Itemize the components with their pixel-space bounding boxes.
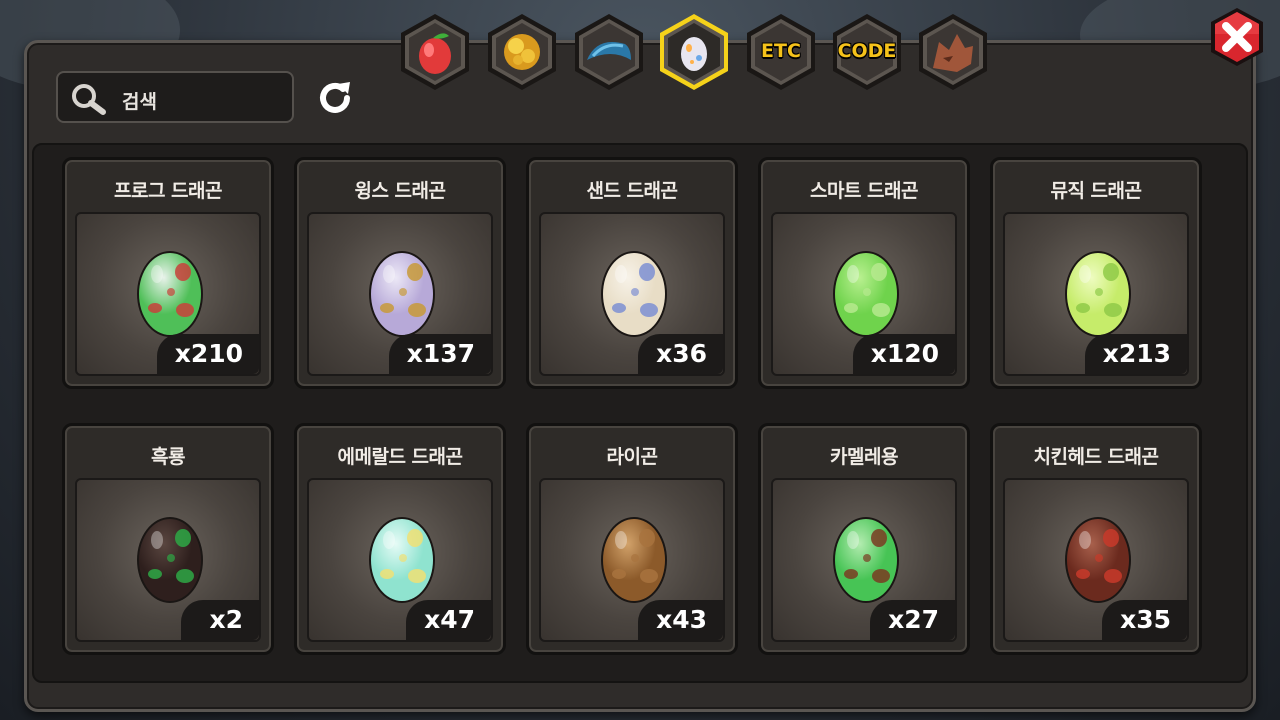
item-slot: x137 — [307, 212, 493, 376]
item-count: x2 — [181, 600, 259, 640]
dragon-egg-icon — [601, 517, 667, 603]
item-card[interactable]: 라이곤 x43 — [526, 423, 738, 655]
tab-label: ETC — [761, 40, 801, 62]
item-slot: x210 — [75, 212, 261, 376]
item-slot: x120 — [771, 212, 957, 376]
dragon-egg-icon — [833, 517, 899, 603]
dragon-egg-icon — [369, 517, 435, 603]
tab-etc[interactable]: ETC — [741, 12, 821, 92]
dragon-egg-icon — [137, 251, 203, 337]
item-count: x213 — [1084, 334, 1187, 374]
item-card[interactable]: 카멜레용 x27 — [758, 423, 970, 655]
tab-egg[interactable] — [654, 12, 734, 92]
item-card[interactable]: 스마트 드래곤 x120 — [758, 157, 970, 389]
item-card[interactable]: 치킨헤드 드래곤 x35 — [990, 423, 1202, 655]
gold-icon — [504, 34, 540, 70]
tab-gold[interactable] — [482, 12, 562, 92]
item-name: 샌드 드래곤 — [586, 180, 678, 202]
item-name: 카멜레용 — [830, 446, 898, 468]
item-count: x47 — [406, 600, 491, 640]
item-name: 뮤직 드래곤 — [1050, 180, 1142, 202]
item-slot: x47 — [307, 478, 493, 642]
tab-code[interactable]: CODE — [827, 12, 907, 92]
item-name: 치킨헤드 드래곤 — [1033, 446, 1159, 468]
dragon-egg-icon — [369, 251, 435, 337]
item-count: x27 — [870, 600, 955, 640]
item-count: x210 — [156, 334, 259, 374]
tab-dragon[interactable] — [913, 12, 993, 92]
search-box[interactable]: 검색 — [56, 71, 294, 123]
dragon-egg-icon — [1065, 251, 1131, 337]
item-name: 에메랄드 드래곤 — [337, 446, 463, 468]
item-card[interactable]: 흑룡 x2 — [62, 423, 274, 655]
dragon-egg-icon — [1065, 517, 1131, 603]
item-count: x137 — [388, 334, 491, 374]
item-slot: x27 — [771, 478, 957, 642]
item-card[interactable]: 뮤직 드래곤 x213 — [990, 157, 1202, 389]
item-count: x43 — [638, 600, 723, 640]
search-input[interactable]: 검색 — [122, 87, 157, 114]
item-name: 라이곤 — [606, 446, 658, 468]
item-count: x35 — [1102, 600, 1187, 640]
item-count: x120 — [852, 334, 955, 374]
egg-icon — [681, 37, 707, 71]
item-name: 윙스 드래곤 — [354, 180, 446, 202]
item-slot: x36 — [539, 212, 725, 376]
item-card[interactable]: 프로그 드래곤 x210 — [62, 157, 274, 389]
item-name: 프로그 드래곤 — [114, 180, 223, 202]
item-slot: x2 — [75, 478, 261, 642]
item-card[interactable]: 샌드 드래곤 x36 — [526, 157, 738, 389]
item-name: 스마트 드래곤 — [810, 180, 919, 202]
item-card[interactable]: 윙스 드래곤 x137 — [294, 157, 506, 389]
item-name: 흑룡 — [151, 446, 185, 468]
search-icon — [72, 84, 106, 115]
dragon-egg-icon — [601, 251, 667, 337]
item-slot: x35 — [1003, 478, 1189, 642]
item-slot: x213 — [1003, 212, 1189, 376]
tab-label: CODE — [837, 40, 897, 62]
dragon-egg-icon — [137, 517, 203, 603]
tab-fruit[interactable] — [395, 12, 475, 92]
refresh-icon[interactable] — [314, 78, 356, 118]
item-card[interactable]: 에메랄드 드래곤 x47 — [294, 423, 506, 655]
close-icon[interactable] — [1206, 6, 1268, 68]
item-count: x36 — [638, 334, 723, 374]
tab-scale[interactable] — [569, 12, 649, 92]
item-slot: x43 — [539, 478, 725, 642]
dragon-egg-icon — [833, 251, 899, 337]
